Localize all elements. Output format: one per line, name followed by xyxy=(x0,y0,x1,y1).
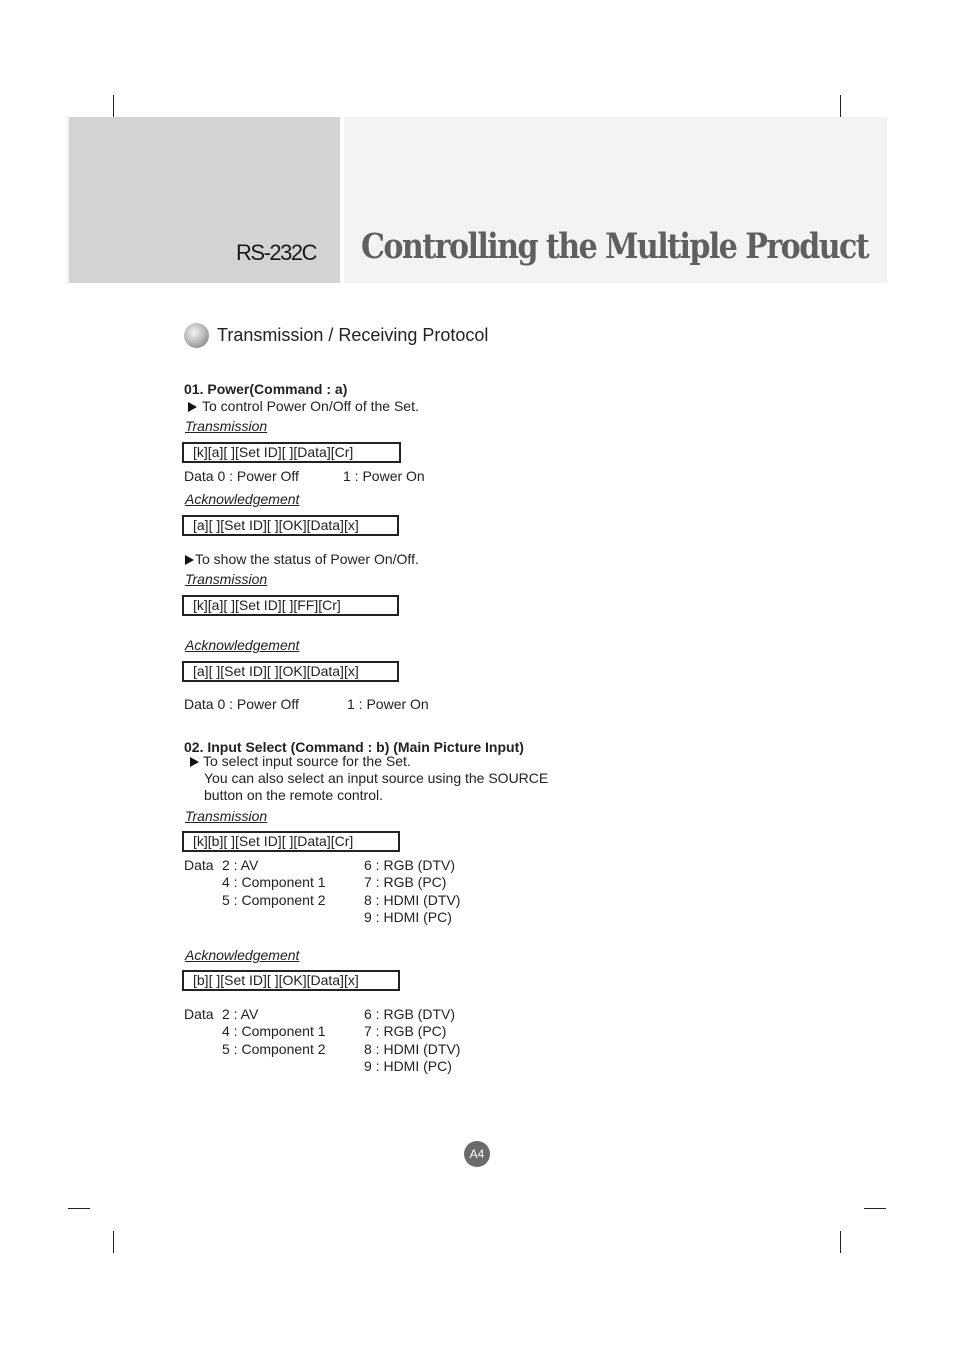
data-value: 4 : Component 1 xyxy=(222,1023,326,1040)
command-description: To select input source for the Set. xyxy=(190,753,411,770)
acknowledgement-label: Acknowledgement xyxy=(185,947,300,963)
section-label: RS-232C xyxy=(236,240,317,265)
transmission-label: Transmission xyxy=(185,808,268,824)
command-description: To show the status of Power On/Off. xyxy=(185,551,419,568)
page-number-badge: A4 xyxy=(464,1141,490,1167)
data-value: 8 : HDMI (DTV) xyxy=(364,1040,461,1057)
transmission-format-box: [k][b][ ][Set ID][ ][Data][Cr] xyxy=(182,831,400,852)
data-line-right: 1 : Power On xyxy=(343,468,425,484)
data-line-left: Data 0 : Power Off xyxy=(184,696,299,712)
crop-mark xyxy=(68,1208,90,1209)
crop-mark xyxy=(864,1208,886,1209)
data-line-right: 1 : Power On xyxy=(347,696,429,712)
acknowledgement-format-box: [b][ ][Set ID][ ][OK][Data][x] xyxy=(182,970,400,991)
crop-mark xyxy=(840,1231,841,1253)
data-label: Data xyxy=(184,857,214,873)
data-value: 2 : AV xyxy=(222,857,259,873)
data-value: 5 : Component 2 xyxy=(222,891,326,908)
section-heading: Transmission / Receiving Protocol xyxy=(217,325,489,345)
triangle-bullet-icon xyxy=(188,402,197,412)
data-value: 6 : RGB (DTV) xyxy=(364,1006,456,1022)
data-value: 8 : HDMI (DTV) xyxy=(364,891,461,908)
data-value: 2 : AV xyxy=(222,1006,259,1022)
data-value: 6 : RGB (DTV) xyxy=(364,857,456,873)
transmission-format-box: [k][a][ ][Set ID][ ][FF][Cr] xyxy=(182,595,399,616)
data-value: 7 : RGB (PC) xyxy=(364,1023,447,1040)
acknowledgement-format-box: [a][ ][Set ID][ ][OK][Data][x] xyxy=(182,515,399,536)
description-text: button on the remote control. xyxy=(204,787,383,803)
data-value: 4 : Component 1 xyxy=(222,874,326,891)
description-text: To show the status of Power On/Off. xyxy=(195,551,419,567)
page-title: Controlling the Multiple Product xyxy=(361,226,870,267)
transmission-label: Transmission xyxy=(185,571,268,587)
data-value: 9 : HDMI (PC) xyxy=(364,908,452,925)
description-text: To select input source for the Set. xyxy=(203,753,411,769)
acknowledgement-label: Acknowledgement xyxy=(185,637,300,653)
command-heading: 01. Power(Command : a) xyxy=(184,381,348,397)
transmission-label: Transmission xyxy=(185,418,268,434)
acknowledgement-label: Acknowledgement xyxy=(185,491,300,507)
data-value: 9 : HDMI (PC) xyxy=(364,1057,452,1074)
acknowledgement-format-box: [a][ ][Set ID][ ][OK][Data][x] xyxy=(182,661,399,682)
sphere-bullet-icon xyxy=(184,323,209,348)
data-value: 7 : RGB (PC) xyxy=(364,874,447,891)
data-line-left: Data 0 : Power Off xyxy=(184,468,299,484)
description-text: You can also select an input source usin… xyxy=(204,770,549,786)
data-label: Data xyxy=(184,1006,214,1022)
crop-mark xyxy=(840,95,841,117)
data-value: 5 : Component 2 xyxy=(222,1040,326,1057)
transmission-format-box: [k][a][ ][Set ID][ ][Data][Cr] xyxy=(182,442,401,463)
crop-mark xyxy=(113,95,114,117)
crop-mark xyxy=(113,1231,114,1253)
command-description: To control Power On/Off of the Set. xyxy=(188,398,419,415)
triangle-bullet-icon xyxy=(190,757,199,767)
description-text: To control Power On/Off of the Set. xyxy=(202,398,419,414)
triangle-bullet-icon xyxy=(185,555,194,565)
